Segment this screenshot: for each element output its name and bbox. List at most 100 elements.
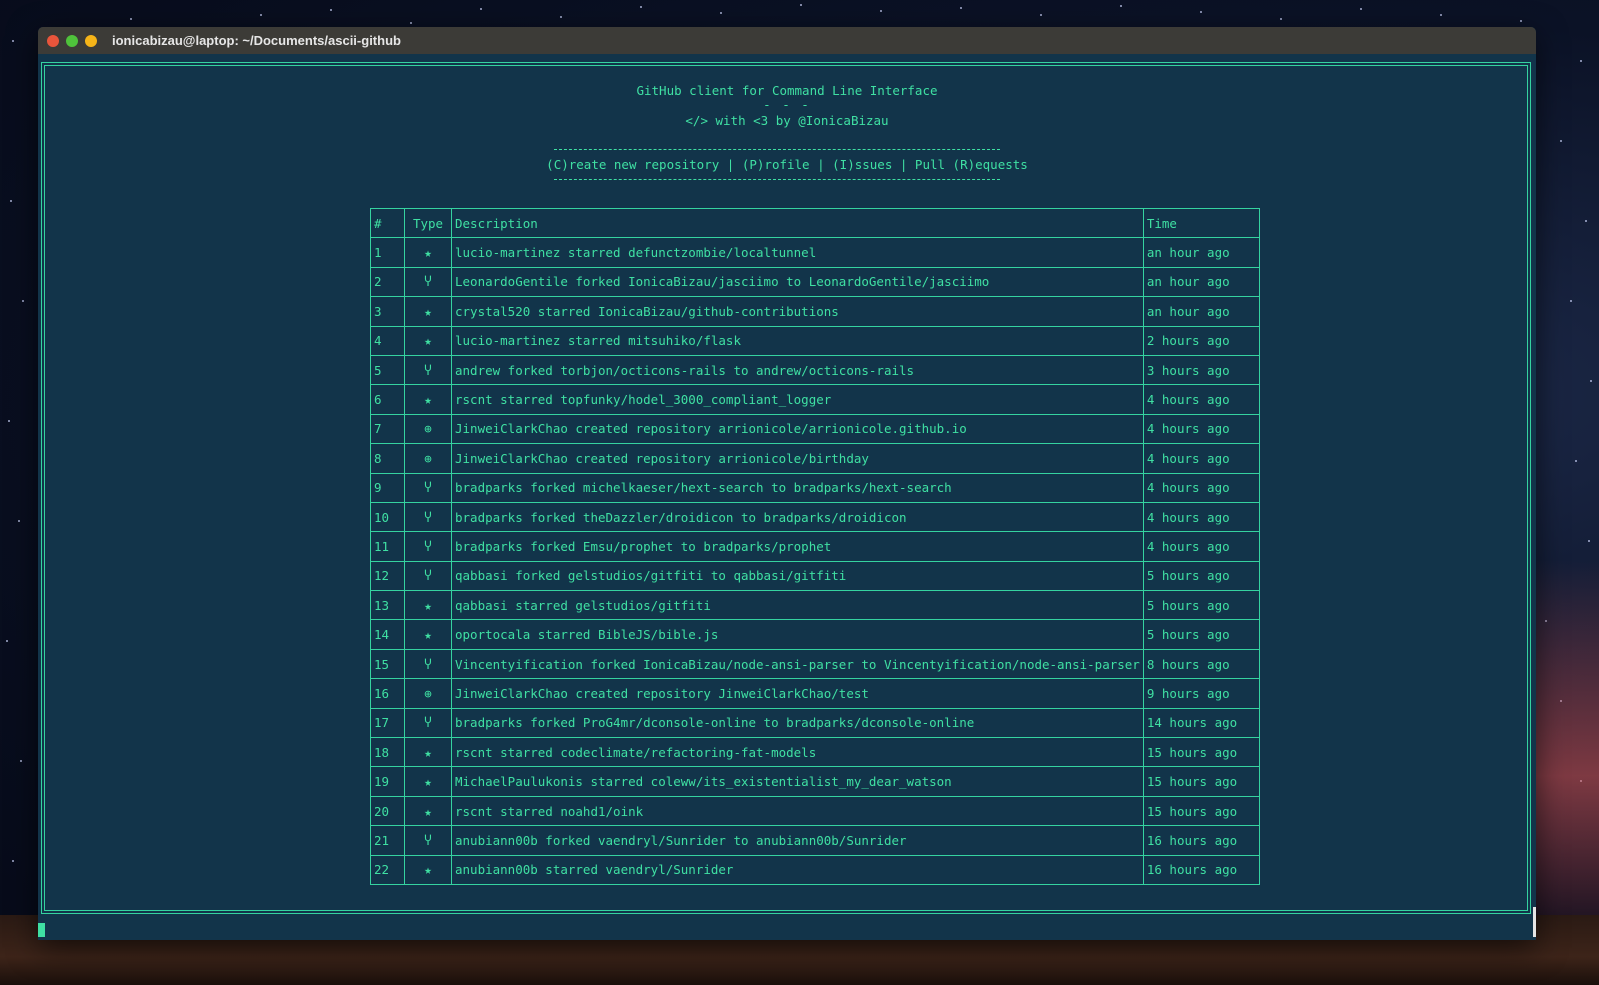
table-row[interactable]: 21 Ⴤanubiann00b forked vaendryl/Sunrider … — [370, 825, 1260, 856]
table-row[interactable]: 7 ⊕ JinweiClarkChao created repository arr… — [370, 413, 1260, 445]
event-type-icon: ★ — [404, 384, 452, 415]
event-type-icon: ★ — [404, 795, 452, 827]
row-number: 18 — [370, 737, 405, 768]
terminal-window: ionicabizau@laptop: ~/Documents/ascii-gi… — [38, 27, 1536, 940]
window-title: ionicabizau@laptop: ~/Documents/ascii-gi… — [112, 33, 401, 48]
event-time: 5 hours ago — [1142, 590, 1260, 621]
star — [260, 14, 262, 16]
event-time: 16 hours ago — [1142, 825, 1260, 856]
event-description: anubiann00b forked vaendryl/Sunrider to … — [451, 825, 1144, 856]
table-row[interactable]: 1 ★ lucio-martinez starred defunctzombie/l… — [370, 237, 1260, 268]
star — [130, 18, 132, 20]
table-row[interactable]: 11 Ⴤbradparks forked Emsu/prophet to brad… — [370, 531, 1260, 562]
menu-bottom-rule — [554, 179, 1000, 180]
table-row[interactable]: 10 Ⴤbradparks forked theDazzler/droidicon… — [370, 501, 1260, 533]
maximize-window-button[interactable] — [66, 34, 78, 47]
event-description: andrew forked torbjon/octicons-rails to … — [451, 354, 1144, 386]
star — [8, 420, 10, 422]
table-row[interactable]: 9 Ⴤbradparks forked michelkaeser/hext-sea… — [370, 472, 1260, 503]
event-description: JinweiClarkChao created repository Jinwe… — [451, 678, 1144, 709]
event-description: lucio-martinez starred mitsuhiko/flask — [451, 325, 1144, 356]
star — [720, 12, 722, 14]
event-type-icon: ⊕ — [404, 413, 452, 445]
row-number: 15 — [370, 648, 405, 680]
star — [1520, 20, 1522, 22]
row-number: 9 — [370, 472, 405, 503]
star — [12, 40, 14, 42]
table-row[interactable]: 4 ★ lucio-martinez starred mitsuhiko/flask… — [370, 325, 1260, 356]
event-type-icon: Ⴤ — [404, 354, 452, 386]
star — [1585, 220, 1587, 222]
star — [10, 200, 12, 202]
star — [560, 16, 562, 18]
star — [22, 300, 24, 302]
event-type-icon: ★ — [404, 619, 452, 650]
main-menu[interactable]: (C)reate new repository | (P)rofile | (I… — [38, 157, 1536, 172]
minimize-window-button[interactable] — [85, 34, 97, 47]
table-row[interactable]: 3 ★ crystal520 starred IonicaBizau/github-… — [370, 296, 1260, 327]
star — [960, 7, 962, 9]
row-number: 16 — [370, 678, 405, 709]
event-time: 15 hours ago — [1142, 737, 1260, 768]
table-row[interactable]: 20 ★ rscnt starred noahd1/oink 15 hours ago — [370, 795, 1260, 827]
row-number: 1 — [370, 237, 405, 268]
close-window-button[interactable] — [47, 34, 59, 47]
row-number: 21 — [370, 825, 405, 856]
row-number: 2 — [370, 266, 405, 298]
event-time: 4 hours ago — [1142, 472, 1260, 503]
event-time: 4 hours ago — [1142, 443, 1260, 474]
event-time: 5 hours ago — [1142, 619, 1260, 650]
star — [410, 22, 412, 24]
table-row[interactable]: 5 Ⴤandrew forked torbjon/octicons-rails t… — [370, 354, 1260, 386]
star — [1280, 18, 1282, 20]
star — [1120, 5, 1122, 7]
table-row[interactable]: 12 Ⴤqabbasi forked gelstudios/gitfiti to … — [370, 560, 1260, 592]
terminal-cursor — [38, 923, 45, 937]
row-number: 17 — [370, 707, 405, 739]
table-row[interactable]: 13 ★ qabbasi starred gelstudios/gitfiti 5 h… — [370, 590, 1260, 621]
table-row[interactable]: 17 Ⴤbradparks forked ProG4mr/dconsole-onl… — [370, 707, 1260, 739]
event-time: 15 hours ago — [1142, 795, 1260, 827]
event-time: 2 hours ago — [1142, 325, 1260, 356]
event-time: 3 hours ago — [1142, 354, 1260, 386]
row-number: 14 — [370, 619, 405, 650]
event-time: 9 hours ago — [1142, 678, 1260, 709]
event-type-icon: Ⴤ — [404, 648, 452, 680]
star — [640, 6, 642, 8]
star — [1575, 460, 1577, 462]
table-row[interactable]: 19 ★ MichaelPaulukonis starred coleww/its_… — [370, 766, 1260, 797]
table-row[interactable]: 8 ⊕ JinweiClarkChao created repository arr… — [370, 443, 1260, 474]
row-number: 22 — [370, 854, 405, 885]
row-number: 20 — [370, 795, 405, 827]
event-type-icon: ⊕ — [404, 443, 452, 474]
event-type-icon: Ⴤ — [404, 266, 452, 298]
table-row[interactable]: 18 ★ rscnt starred codeclimate/refactoring… — [370, 737, 1260, 768]
menu-top-rule — [554, 149, 1000, 150]
event-description: JinweiClarkChao created repository arrio… — [451, 443, 1144, 474]
event-type-icon: ⊕ — [404, 678, 452, 709]
event-time: 8 hours ago — [1142, 648, 1260, 680]
table-row[interactable]: 15 Ⴤ Vincentyification forked IonicaBizau/… — [370, 648, 1260, 680]
star — [330, 9, 332, 11]
table-row[interactable]: 14 ★ oportocala starred BibleJS/bible.js 5 … — [370, 619, 1260, 650]
table-row[interactable]: 22 ★ anubiann00b starred vaendryl/Sunrider… — [370, 854, 1260, 885]
row-number: 8 — [370, 443, 405, 474]
star — [800, 4, 802, 6]
star — [1360, 8, 1362, 10]
column-header-number: # — [370, 207, 405, 239]
event-description: bradparks forked michelkaeser/hext-searc… — [451, 472, 1144, 503]
event-type-icon: Ⴤ — [404, 472, 452, 503]
star — [1040, 14, 1042, 16]
table-row[interactable]: 6 ★ rscnt starred topfunky/hodel_3000_comp… — [370, 384, 1260, 415]
window-titlebar[interactable]: ionicabizau@laptop: ~/Documents/ascii-gi… — [38, 27, 1536, 54]
table-row[interactable]: 2 Ⴤ LeonardoGentile forked IonicaBizau/jas… — [370, 266, 1260, 298]
event-time: an hour ago — [1142, 296, 1260, 327]
event-description: oportocala starred BibleJS/bible.js — [451, 619, 1144, 650]
scrollbar[interactable] — [1533, 907, 1536, 937]
star — [1570, 300, 1572, 302]
column-header-description: Description — [451, 207, 1144, 239]
table-row[interactable]: 16 ⊕ JinweiClarkChao created repository Ji… — [370, 678, 1260, 709]
event-time: 5 hours ago — [1142, 560, 1260, 592]
event-time: 4 hours ago — [1142, 384, 1260, 415]
row-number: 3 — [370, 296, 405, 327]
